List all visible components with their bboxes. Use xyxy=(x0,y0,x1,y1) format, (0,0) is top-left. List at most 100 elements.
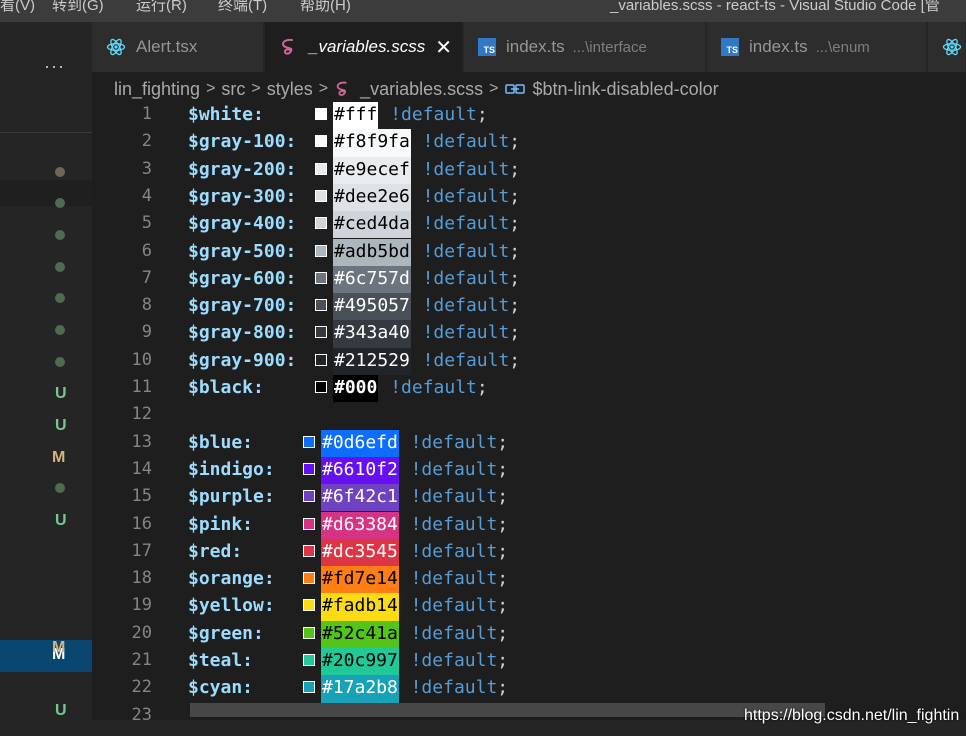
semicolon: ; xyxy=(476,104,488,125)
color-swatch-icon[interactable] xyxy=(303,544,315,557)
code-line[interactable]: 16 $pink: #d63384 !default; xyxy=(92,511,966,539)
code-line[interactable]: 17 $red: #dc3545 !default; xyxy=(92,538,966,567)
menu-terminal[interactable]: 终端(T) xyxy=(218,0,267,15)
code-line[interactable]: 20 $green: #52c41a !default; xyxy=(92,620,966,648)
color-swatch-icon[interactable] xyxy=(315,381,327,393)
breadcrumb-item[interactable]: styles xyxy=(267,79,313,100)
code-line[interactable]: 6 $gray-500: #adb5bd !default; xyxy=(92,238,966,266)
color-swatch-icon[interactable] xyxy=(315,217,327,230)
code-line[interactable]: 14 $indigo: #6610f2 !default; xyxy=(92,456,966,485)
line-number: 6 xyxy=(141,240,152,261)
color-swatch-icon[interactable] xyxy=(315,108,327,120)
color-swatch-icon[interactable] xyxy=(315,162,327,175)
color-value: #fff xyxy=(333,102,379,130)
keyword-text: !default xyxy=(422,185,510,207)
code-line[interactable]: 3 $gray-200: #e9ecef !default; xyxy=(92,156,966,184)
color-value: #f8f9fa xyxy=(333,129,411,157)
color-swatch-icon[interactable] xyxy=(303,681,315,694)
code-line[interactable]: 15 $purple: #6f42c1 !default; xyxy=(92,484,966,512)
horizontal-scrollbar[interactable] xyxy=(190,703,825,717)
default-keyword: !default; xyxy=(423,350,521,371)
react-icon xyxy=(106,37,126,57)
scss-variable-name: $indigo: xyxy=(188,458,275,480)
menu-goto[interactable]: 转到(G) xyxy=(52,0,104,15)
tab-alert-tsx[interactable]: Alert.tsx xyxy=(92,22,264,72)
color-swatch-icon[interactable] xyxy=(315,326,327,339)
line-number: 13 xyxy=(131,431,152,452)
color-value: #20c997 xyxy=(321,648,399,676)
keyword-text: !default xyxy=(410,513,498,535)
color-swatch-icon[interactable] xyxy=(315,135,327,148)
code-line[interactable]: 19 $yellow: #fadb14 !default; xyxy=(92,593,966,621)
color-swatch-icon[interactable] xyxy=(303,572,315,585)
sidebar-input-row[interactable] xyxy=(0,180,92,206)
code-line[interactable]: 11 $black: #000 !default; xyxy=(92,375,966,403)
code-line[interactable]: 8 $gray-700: #495057 !default; xyxy=(92,293,966,321)
line-number: 5 xyxy=(141,213,152,234)
keyword-text: !default xyxy=(422,349,510,371)
breadcrumb-item[interactable]: src xyxy=(221,79,245,100)
untracked-marker: U xyxy=(55,512,67,529)
code-line[interactable]: 22 $cyan: #17a2b8 !default; xyxy=(92,675,966,703)
color-swatch-icon[interactable] xyxy=(315,271,327,284)
color-swatch-icon[interactable] xyxy=(303,626,315,639)
line-number: 8 xyxy=(141,295,152,316)
breadcrumb-item[interactable]: $btn-link-disabled-color xyxy=(533,79,719,100)
breadcrumb-item[interactable]: lin_fighting xyxy=(114,79,200,100)
color-swatch-icon[interactable] xyxy=(315,299,327,312)
close-icon[interactable]: ✕ xyxy=(435,35,452,60)
scss-variable-name: $gray-300: xyxy=(188,185,297,207)
keyword-text: !default xyxy=(422,267,510,289)
semicolon: ; xyxy=(509,267,521,289)
tab-label: _variables.scss xyxy=(309,37,426,56)
modified-marker: M xyxy=(52,449,66,466)
code-line[interactable]: 4 $gray-300: #dee2e6 !default; xyxy=(92,183,966,212)
sidebar-selected-file[interactable]: M xyxy=(0,640,92,672)
color-swatch-icon[interactable] xyxy=(315,353,327,366)
code-line[interactable]: 5 $gray-400: #ced4da !default; xyxy=(92,211,966,239)
title-bar: 看(V) 转到(G) 运行(R) 终端(T) 帮助(H) _variables.… xyxy=(0,0,966,22)
code-line[interactable]: 1 $white: #fff !default; xyxy=(92,102,966,130)
color-swatch-icon[interactable] xyxy=(303,654,315,666)
menu-view[interactable]: 看(V) xyxy=(0,0,35,15)
default-keyword: !default; xyxy=(423,131,521,152)
keyword-text: !default xyxy=(410,595,498,617)
line-number: 21 xyxy=(131,650,152,670)
file-status-dot xyxy=(55,357,65,367)
code-editor[interactable]: 1 $white: #fff !default; 2 $gray-100: #f8f9fa!… xyxy=(92,102,966,722)
line-number: 14 xyxy=(131,458,152,479)
color-value: #343a40 xyxy=(333,320,411,348)
tab-variables-scss[interactable]: _variables.scss ✕ xyxy=(265,22,463,72)
color-value: #6f42c1 xyxy=(321,484,399,512)
code-line[interactable]: 10 $gray-900: #212529 !default; xyxy=(92,347,966,375)
default-keyword: !default; xyxy=(411,432,509,453)
color-swatch-icon[interactable] xyxy=(303,462,315,475)
default-keyword: !default; xyxy=(411,486,509,507)
menu-help[interactable]: 帮助(H) xyxy=(300,0,351,15)
tab-label: index.ts xyxy=(749,37,808,56)
color-swatch-icon[interactable] xyxy=(303,435,315,448)
code-line[interactable]: 7 $gray-600: #6c757d !default; xyxy=(92,265,966,294)
code-line[interactable]: 2 $gray-100: #f8f9fa !default; xyxy=(92,129,966,157)
code-line[interactable]: 13 $blue: #0d6efd !default; xyxy=(92,429,966,457)
code-line[interactable]: 18 $orange: #fd7e14 !default; xyxy=(92,566,966,594)
color-swatch-icon[interactable] xyxy=(303,599,315,612)
tab-overflow[interactable] xyxy=(928,22,966,72)
keyword-text: !default xyxy=(390,377,477,398)
tab-index-ts-enum[interactable]: TS index.ts ...\enum xyxy=(707,22,927,72)
scss-variable-name: $gray-500: xyxy=(188,240,297,262)
tab-index-ts-interface[interactable]: TS index.ts ...\interface xyxy=(464,22,706,72)
breadcrumb-item[interactable]: _variables.scss xyxy=(360,79,483,100)
color-swatch-icon[interactable] xyxy=(315,189,327,202)
chevron-right-icon: > xyxy=(489,80,499,97)
code-line[interactable]: 21 $teal: #20c997 !default; xyxy=(92,648,966,676)
file-status-dot xyxy=(55,167,65,177)
code-line[interactable]: 12 xyxy=(92,402,966,429)
color-swatch-icon[interactable] xyxy=(303,490,315,503)
color-value: #fadb14 xyxy=(321,593,399,621)
code-line[interactable]: 9 $gray-800: #343a40 !default; xyxy=(92,320,966,348)
menu-run[interactable]: 运行(R) xyxy=(136,0,187,15)
color-swatch-icon[interactable] xyxy=(303,517,315,530)
color-swatch-icon[interactable] xyxy=(315,244,327,257)
color-value: #dee2e6 xyxy=(333,183,411,212)
